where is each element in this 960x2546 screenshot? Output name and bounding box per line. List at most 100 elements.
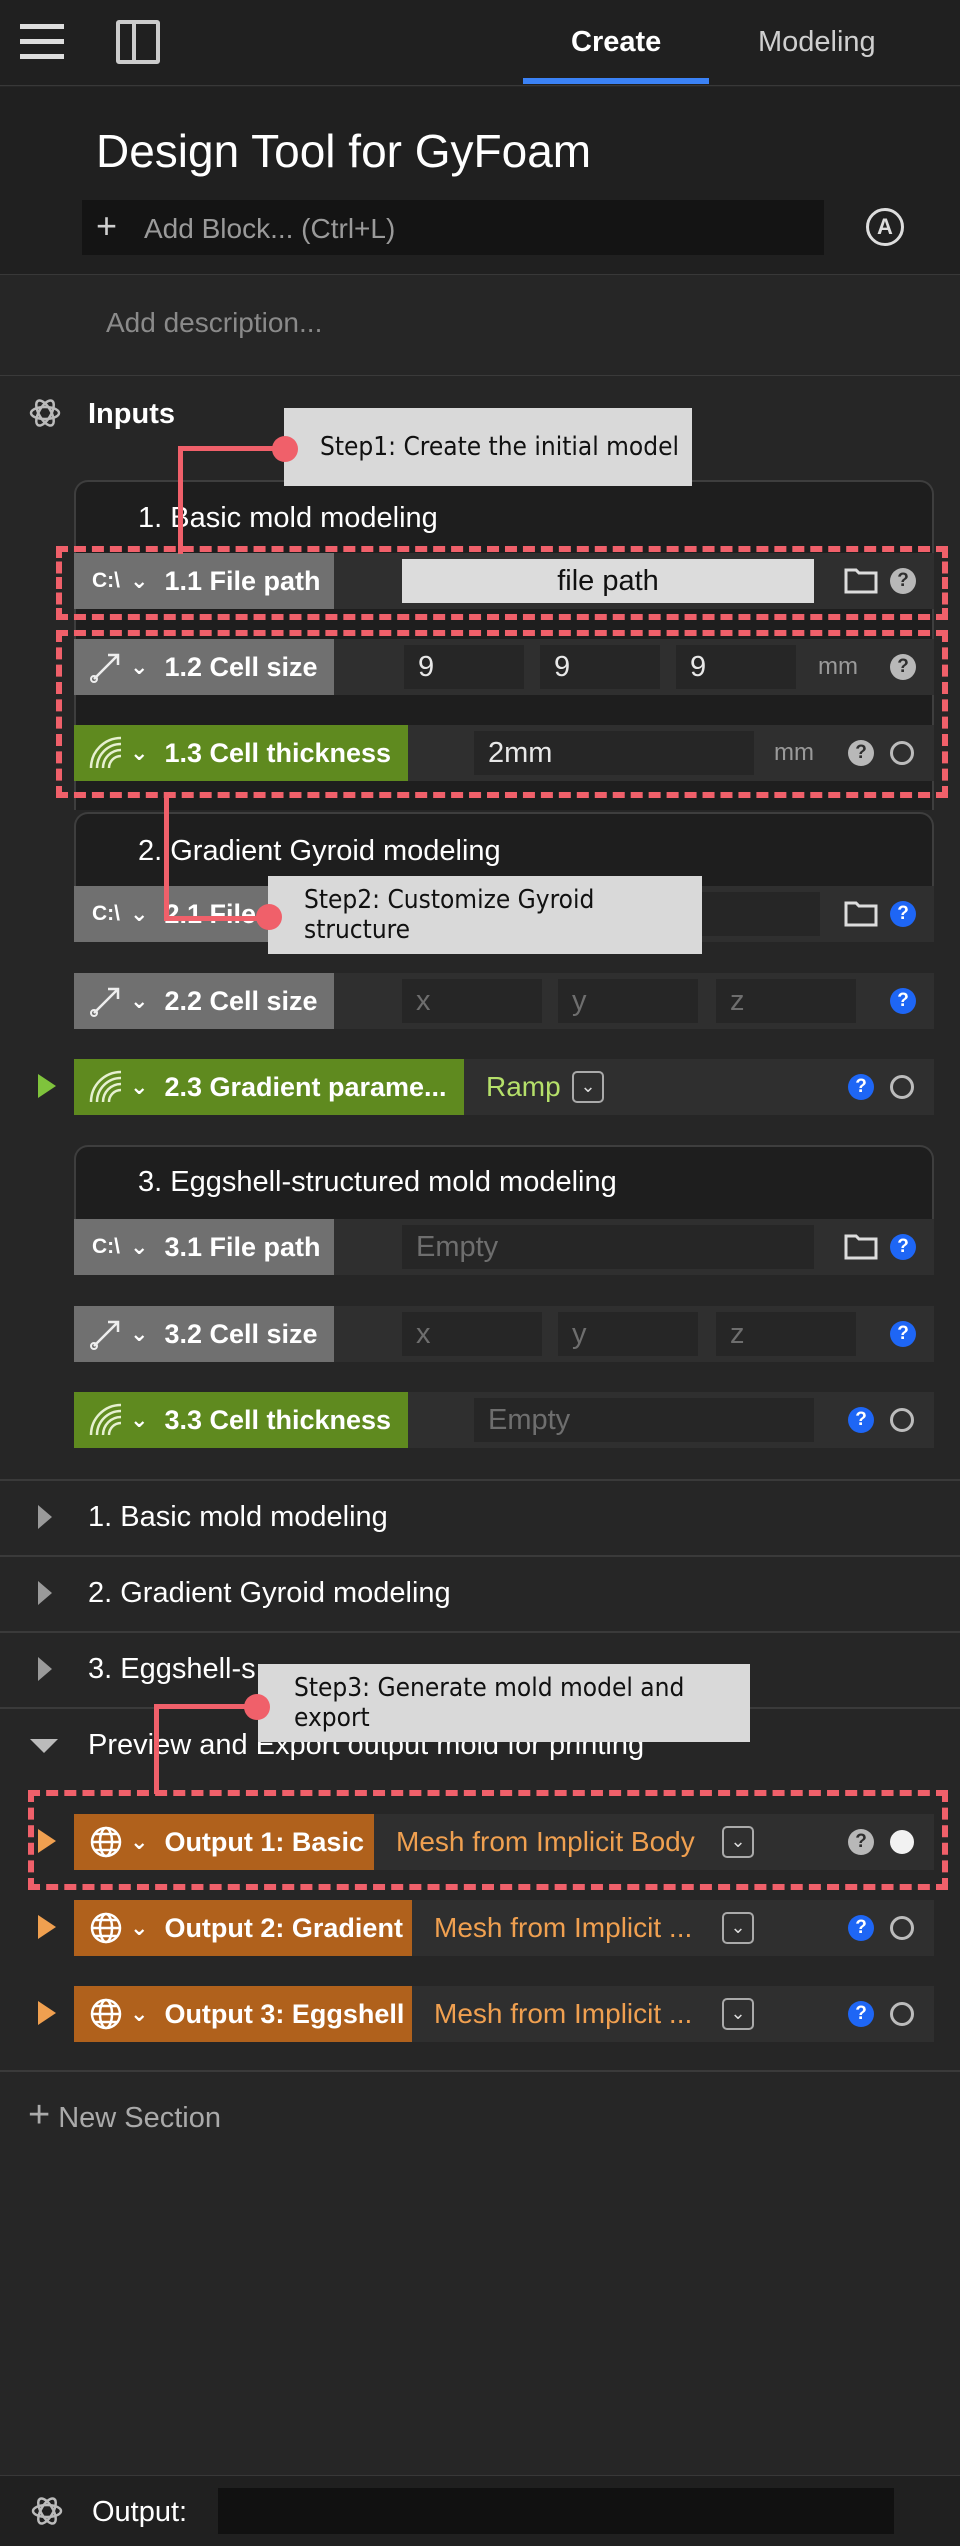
new-section-label: New Section xyxy=(58,2102,222,2134)
step1-callout: Step1: Create the initial model xyxy=(284,408,692,486)
auto-run-icon[interactable]: A xyxy=(866,208,904,246)
step1-highlight-file xyxy=(56,546,948,620)
section-label: 1. Basic mold modeling xyxy=(88,1501,388,1533)
cell-size-x[interactable]: x xyxy=(402,1312,542,1356)
help-icon[interactable]: ? xyxy=(890,901,916,927)
cell-size-x[interactable]: x xyxy=(402,979,542,1023)
chevron-down-icon: ⌄ xyxy=(130,1407,149,1432)
section-label: 2. Gradient Gyroid modeling xyxy=(88,1577,451,1609)
help-icon[interactable]: ? xyxy=(890,1321,916,1347)
output-field[interactable] xyxy=(218,2488,894,2534)
chip-cell-thickness-3[interactable]: ⌄ 3.3 Cell thickness xyxy=(74,1392,408,1448)
step3-callout: Step3: Generate mold model and export xyxy=(258,1664,750,1742)
step2-marker xyxy=(256,904,282,930)
gradient-mode-value[interactable]: Ramp xyxy=(486,1071,561,1103)
play-icon[interactable] xyxy=(38,2001,56,2025)
cell-thickness-field-3[interactable]: Empty xyxy=(474,1398,814,1442)
expand-icon xyxy=(38,1657,52,1681)
help-icon[interactable]: ? xyxy=(848,1915,874,1941)
help-icon[interactable]: ? xyxy=(848,1407,874,1433)
menu-icon[interactable] xyxy=(20,22,64,62)
status-ring-icon[interactable] xyxy=(890,1916,914,1940)
chip-label: 3.2 Cell size xyxy=(164,1318,318,1349)
file-path-icon: C:\ xyxy=(92,1235,120,1258)
chevron-down-icon: ⌄ xyxy=(130,988,149,1013)
cell-size-y[interactable]: y xyxy=(558,979,698,1023)
row-cell-size-3: ⌄ 3.2 Cell size x y z ? xyxy=(74,1306,934,1362)
file-path-icon: C:\ xyxy=(92,902,120,925)
cell-size-z[interactable]: z xyxy=(716,979,856,1023)
description-field[interactable]: Add description... xyxy=(106,307,322,339)
new-section-button[interactable]: + New Section xyxy=(28,2094,221,2137)
output-type-value[interactable]: Mesh from Implicit ... xyxy=(434,1998,692,2030)
help-icon[interactable]: ? xyxy=(890,1234,916,1260)
group-title: 3. Eggshell-structured mold modeling xyxy=(138,1166,617,1198)
section-label: 3. Eggshell-s xyxy=(88,1653,256,1685)
step3-highlight-output xyxy=(28,1790,948,1890)
chip-output-gradient[interactable]: ⌄ Output 2: Gradient xyxy=(74,1900,412,1956)
chip-label: 2.2 Cell size xyxy=(164,985,318,1016)
help-icon[interactable]: ? xyxy=(848,1074,874,1100)
chevron-down-icon: ⌄ xyxy=(130,1915,149,1940)
file-path-field-3[interactable]: Empty xyxy=(402,1225,814,1269)
play-icon[interactable] xyxy=(38,1074,56,1098)
chip-label: Output 2: Gradient xyxy=(164,1912,403,1943)
cell-size-y[interactable]: y xyxy=(558,1312,698,1356)
tab-modeling[interactable]: Modeling xyxy=(758,26,876,59)
folder-icon[interactable] xyxy=(844,898,878,928)
globe-icon xyxy=(86,1994,126,2034)
row-cell-size-2: ⌄ 2.2 Cell size x y z ? xyxy=(74,973,934,1029)
status-ring-icon[interactable] xyxy=(890,2002,914,2026)
chip-gradient-parameter[interactable]: ⌄ 2.3 Gradient parame... xyxy=(74,1059,464,1115)
step2-callout: Step2: Customize Gyroid structure xyxy=(268,876,702,954)
chevron-down-icon[interactable]: ⌄ xyxy=(722,1912,754,1944)
help-icon[interactable]: ? xyxy=(890,988,916,1014)
step1-highlight-cells xyxy=(56,630,948,798)
chip-cell-size-2[interactable]: ⌄ 2.2 Cell size xyxy=(74,973,334,1029)
add-block-input[interactable]: + Add Block... (Ctrl+L) xyxy=(82,200,824,255)
panel-toggle-icon[interactable] xyxy=(116,20,160,64)
chip-file-path-3[interactable]: C:\ ⌄ 3.1 File path xyxy=(74,1219,334,1275)
output-label: Output: xyxy=(92,2496,188,2528)
folder-icon[interactable] xyxy=(844,1231,878,1261)
new-section-divider xyxy=(0,2070,960,2072)
chip-label: Output 3: Eggshell xyxy=(164,1998,405,2029)
cell-size-z[interactable]: z xyxy=(716,1312,856,1356)
output-type-value[interactable]: Mesh from Implicit ... xyxy=(434,1912,692,1944)
expand-icon xyxy=(38,1581,52,1605)
chevron-down-icon[interactable]: ⌄ xyxy=(572,1071,604,1103)
step3-connector xyxy=(154,1704,159,1794)
expand-icon xyxy=(38,1505,52,1529)
cell-size-icon xyxy=(86,981,126,1021)
active-tab-indicator xyxy=(523,78,709,84)
chip-output-eggshell[interactable]: ⌄ Output 3: Eggshell xyxy=(74,1986,412,2042)
top-bar: Create Modeling xyxy=(0,0,960,86)
help-icon[interactable]: ? xyxy=(848,2001,874,2027)
section-gradient-gyroid[interactable]: 2. Gradient Gyroid modeling xyxy=(0,1555,960,1629)
chevron-down-icon[interactable]: ⌄ xyxy=(722,1998,754,2030)
row-output-eggshell: ⌄ Output 3: Eggshell Mesh from Implicit … xyxy=(74,1986,934,2042)
globe-icon xyxy=(86,1908,126,1948)
chip-label: 3.3 Cell thickness xyxy=(164,1404,392,1435)
cell-size-icon xyxy=(86,1314,126,1354)
inputs-label: Inputs xyxy=(88,398,175,430)
add-block-placeholder: Add Block... (Ctrl+L) xyxy=(144,213,396,244)
chevron-down-icon: ⌄ xyxy=(130,1321,149,1346)
play-icon[interactable] xyxy=(38,1915,56,1939)
output-icon xyxy=(30,2494,64,2528)
section-basic-mold[interactable]: 1. Basic mold modeling xyxy=(0,1479,960,1553)
step1-connector xyxy=(178,446,183,554)
chip-label: 2.1 File xyxy=(164,898,256,929)
group-title: 2. Gradient Gyroid modeling xyxy=(138,835,501,867)
chevron-down-icon: ⌄ xyxy=(130,2001,149,2026)
status-ring-icon[interactable] xyxy=(890,1408,914,1432)
page-title: Design Tool for GyFoam xyxy=(96,125,592,177)
row-cell-thickness-3: ⌄ 3.3 Cell thickness Empty ? xyxy=(74,1392,934,1448)
status-ring-icon[interactable] xyxy=(890,1075,914,1099)
chip-cell-size-3[interactable]: ⌄ 3.2 Cell size xyxy=(74,1306,334,1362)
output-bar: Output: xyxy=(0,2475,960,2546)
chevron-down-icon: ⌄ xyxy=(130,1234,149,1259)
step2-connector xyxy=(164,798,169,920)
tab-create[interactable]: Create xyxy=(571,26,661,59)
thickness-icon xyxy=(86,1400,126,1440)
